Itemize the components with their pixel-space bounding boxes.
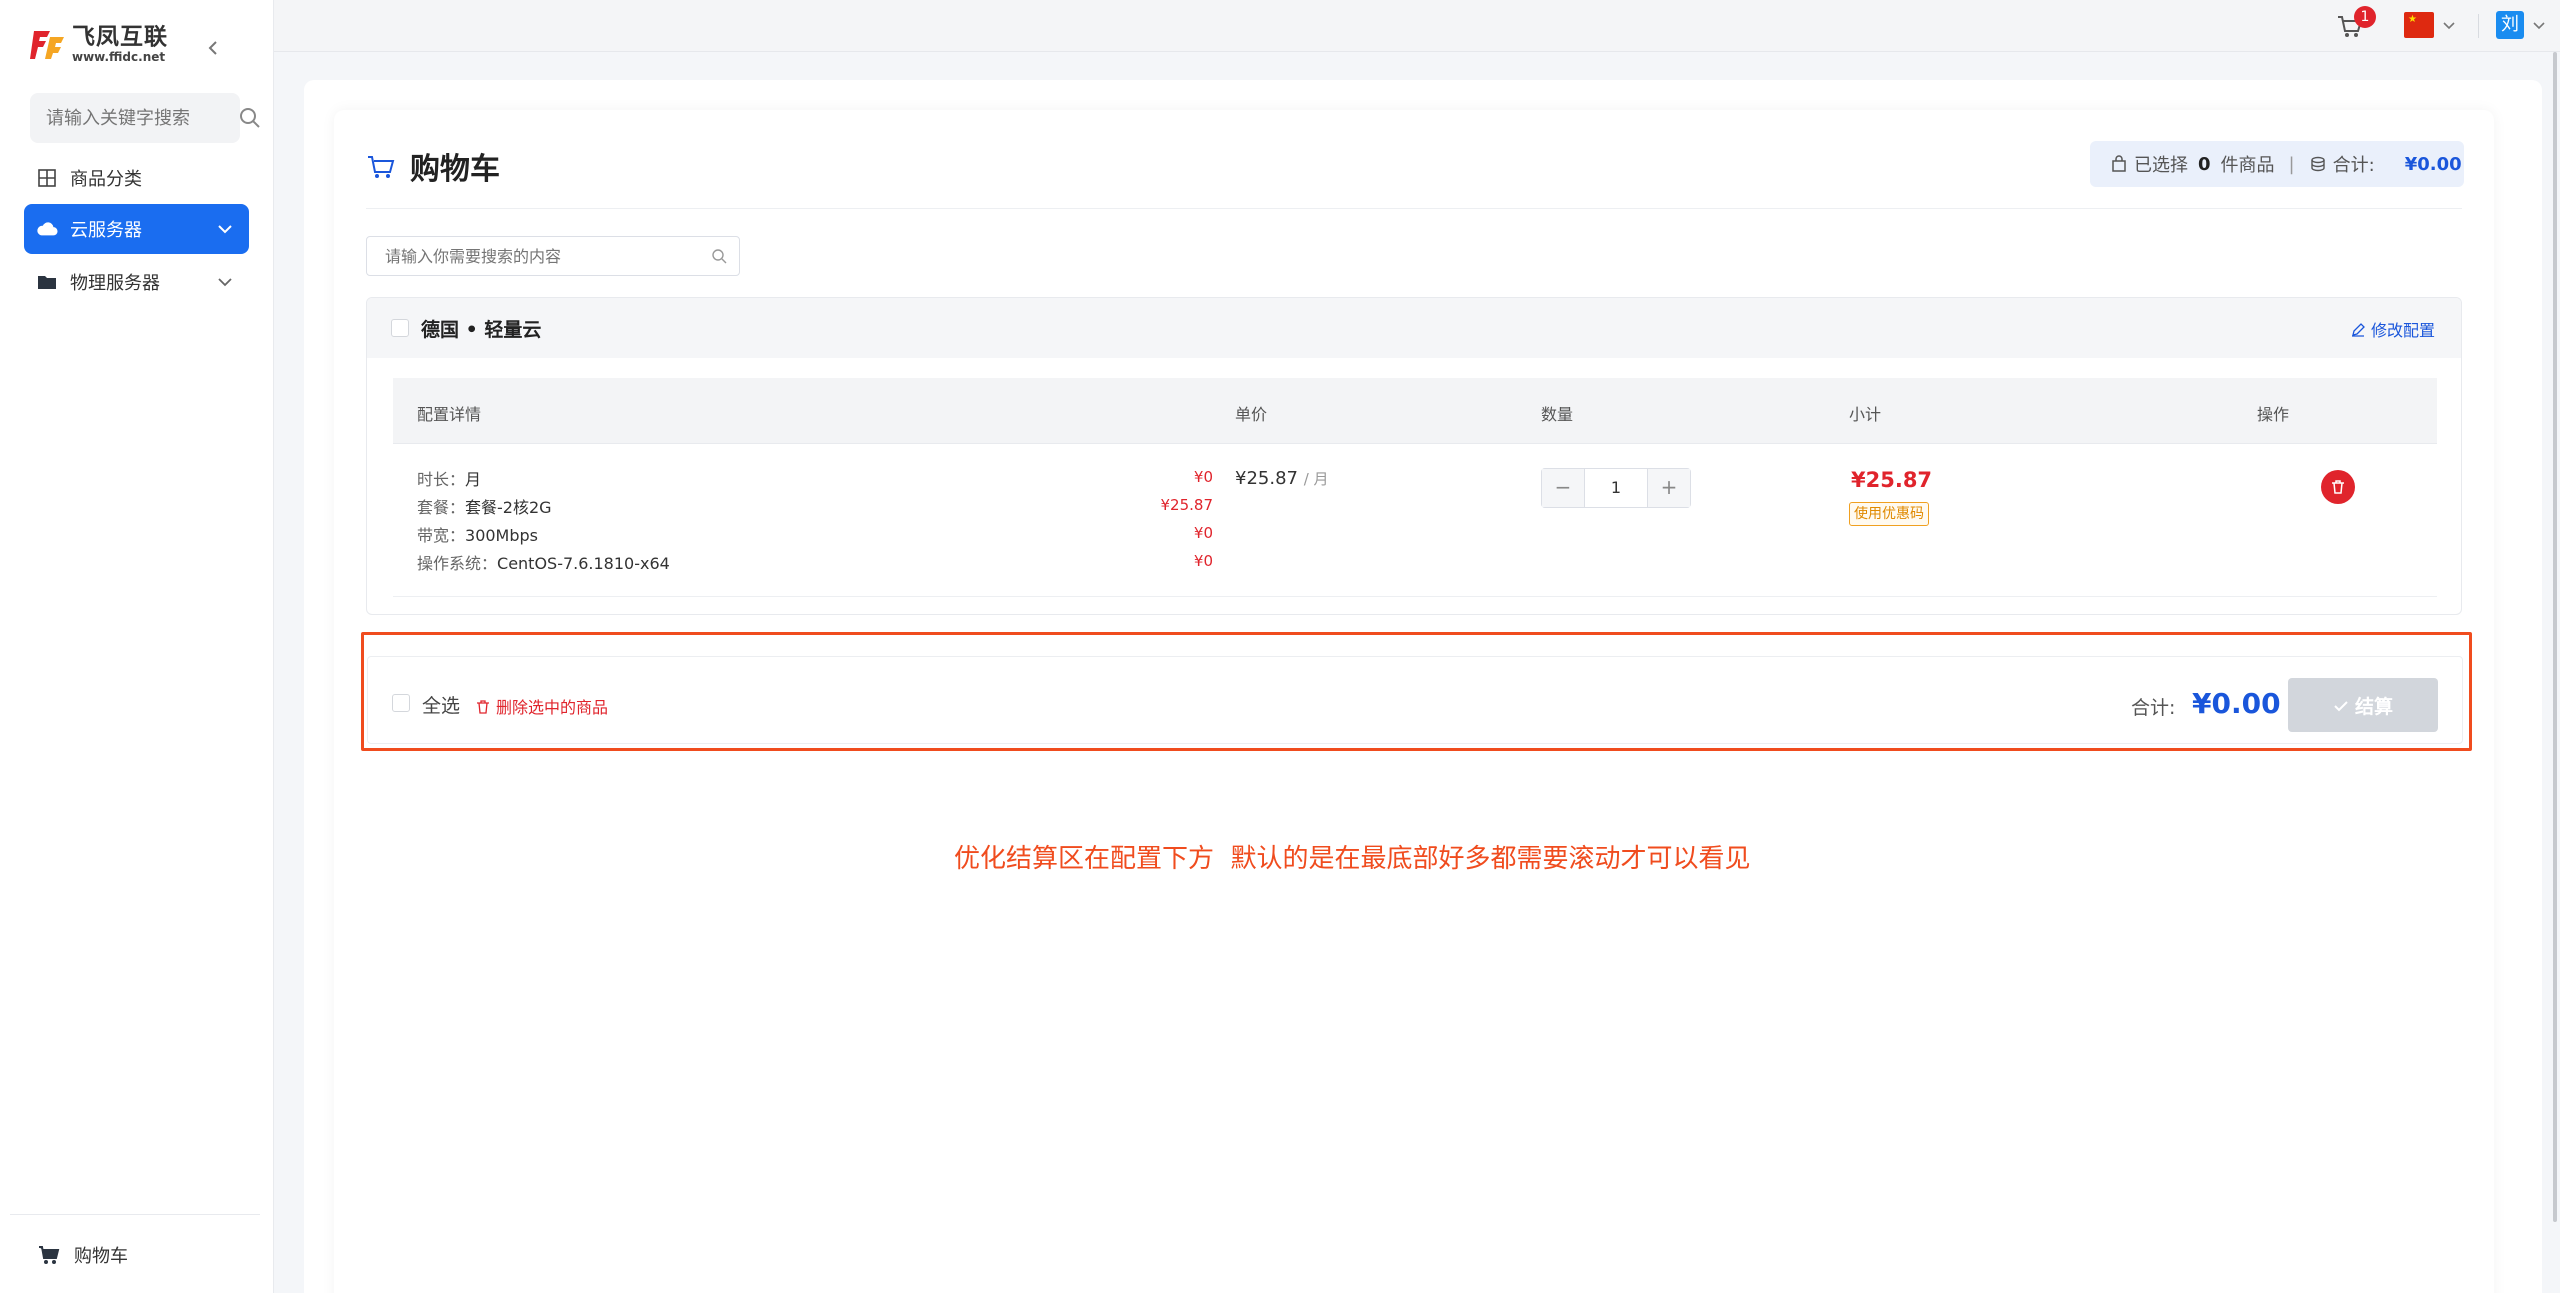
chevron-down-icon[interactable] xyxy=(215,219,235,239)
table-header: 配置详情 单价 数量 小计 操作 xyxy=(393,378,2437,444)
detail-price: ¥0 xyxy=(1193,524,1213,542)
total-label: 合计: xyxy=(2131,697,2176,719)
page-heading: 购物车 xyxy=(410,152,500,187)
collapse-sidebar-button[interactable] xyxy=(203,38,223,58)
checkout-button[interactable]: 结算 xyxy=(2288,678,2438,732)
folder-icon xyxy=(36,271,58,293)
detail-price: ¥0 xyxy=(1193,552,1213,570)
bag-icon xyxy=(2110,155,2128,173)
page-scrollbar[interactable] xyxy=(2553,52,2557,1222)
sidebar-item-label: 云服务器 xyxy=(70,220,142,241)
column-header: 单价 xyxy=(1235,405,1268,424)
trash-icon xyxy=(476,699,490,714)
detail-row: 时长：月 xyxy=(417,470,482,489)
china-flag-icon[interactable]: ★ xyxy=(2404,12,2434,38)
config-details: 时长：月 ¥0 套餐：套餐-2核2G ¥25.87 带宽：300Mbps ¥0 … xyxy=(393,458,1213,598)
cart-search-input[interactable] xyxy=(367,237,687,275)
cart-item-header: 德国 • 轻量云 修改配置 xyxy=(367,298,2461,358)
sidebar-divider xyxy=(10,1214,260,1215)
cloud-icon xyxy=(36,218,58,240)
annotation-note: 优化结算区在配置下方 默认的是在最底部好多都需要滚动才可以看见 xyxy=(954,844,1751,874)
cart-item-card: 德国 • 轻量云 修改配置 配置详情 单价 数量 小计 操作 时长：月 ¥0 套… xyxy=(366,297,2462,615)
sidebar-search-input[interactable] xyxy=(30,93,210,143)
sidebar-cart-link[interactable]: 购物车 xyxy=(38,1242,128,1268)
user-avatar[interactable]: 刘 xyxy=(2496,11,2524,39)
summary-selected-suffix: 件商品 xyxy=(2220,155,2275,176)
quantity-stepper: − 1 + xyxy=(1541,468,1691,508)
detail-price: ¥25.87 xyxy=(1160,496,1214,514)
grid-icon xyxy=(36,167,58,189)
sidebar-search xyxy=(30,93,260,143)
page-title: 购物车 xyxy=(366,144,500,188)
sidebar: 飞凤互联 www.ffidc.net 商品分类 云服务器 物理服务器 xyxy=(0,0,274,1293)
chevron-down-icon[interactable] xyxy=(215,272,235,292)
cart-icon xyxy=(38,1244,60,1266)
column-header: 小计 xyxy=(1849,405,1882,424)
brand-name: 飞凤互联 xyxy=(72,24,168,50)
cart-icon xyxy=(366,151,396,181)
brand-logo[interactable]: 飞凤互联 www.ffidc.net xyxy=(30,26,168,63)
cart-summary: 已选择 0 件商品 | 合计: ¥0.00 xyxy=(2090,141,2464,187)
unit-price: ¥25.87 / 月 xyxy=(1235,468,1329,489)
edit-config-label: 修改配置 xyxy=(2371,321,2436,340)
coins-icon xyxy=(2309,155,2327,173)
summary-divider: | xyxy=(2288,153,2295,175)
detail-row: 套餐：套餐-2核2G xyxy=(417,498,552,517)
select-all-label[interactable]: 全选 xyxy=(422,691,460,718)
cart-search xyxy=(366,236,740,276)
column-header: 配置详情 xyxy=(417,405,482,424)
increase-quantity-button[interactable]: + xyxy=(1648,469,1690,507)
item-subtotal: ¥25.87 xyxy=(1851,468,1933,492)
logo-mark-icon xyxy=(30,27,66,63)
use-coupon-button[interactable]: 使用优惠码 xyxy=(1849,502,1929,526)
summary-total-value: ¥0.00 xyxy=(2404,153,2462,175)
check-icon xyxy=(2333,697,2349,713)
sidebar-item-label: 物理服务器 xyxy=(70,273,160,294)
total-amount: ¥0.00 xyxy=(2192,687,2281,720)
row-divider xyxy=(393,596,2437,597)
sidebar-cart-label: 购物车 xyxy=(74,1246,128,1267)
delete-selected-label: 删除选中的商品 xyxy=(496,698,609,717)
chevron-down-icon[interactable] xyxy=(2440,17,2458,35)
summary-total-label: 合计: xyxy=(2332,155,2375,176)
chevron-left-icon xyxy=(208,41,217,55)
item-checkbox[interactable] xyxy=(391,319,409,337)
trash-icon xyxy=(2332,480,2344,494)
decrease-quantity-button[interactable]: − xyxy=(1542,469,1584,507)
title-divider xyxy=(366,208,2462,209)
detail-price: ¥0 xyxy=(1193,468,1213,486)
detail-row: 带宽：300Mbps xyxy=(417,526,539,545)
column-header: 操作 xyxy=(2257,405,2290,424)
top-bar xyxy=(274,0,2560,52)
summary-selected-count: 0 xyxy=(2198,153,2211,175)
edit-icon xyxy=(2351,322,2365,337)
quantity-value[interactable]: 1 xyxy=(1584,469,1648,507)
sidebar-item-cloud-server[interactable]: 云服务器 xyxy=(24,204,249,254)
select-all-checkbox[interactable] xyxy=(392,694,410,712)
search-icon[interactable] xyxy=(238,106,262,130)
topbar-separator xyxy=(2478,14,2479,38)
checkout-bar: 全选 删除选中的商品 合计: ¥0.00 结算 xyxy=(367,656,2463,744)
search-icon[interactable] xyxy=(711,248,727,264)
edit-config-link[interactable]: 修改配置 xyxy=(2351,317,2435,341)
detail-row: 操作系统：CentOS-7.6.1810-x64 xyxy=(417,554,670,573)
column-header: 数量 xyxy=(1541,405,1574,424)
chevron-down-icon[interactable] xyxy=(2530,17,2548,35)
product-name: 德国 • 轻量云 xyxy=(421,319,542,341)
sidebar-item-product-category[interactable]: 商品分类 xyxy=(24,153,249,203)
brand-url: www.ffidc.net xyxy=(72,50,166,64)
delete-selected-button[interactable]: 删除选中的商品 xyxy=(476,694,608,718)
delete-item-button[interactable] xyxy=(2321,470,2355,504)
cart-count-badge: 1 xyxy=(2354,6,2376,28)
checkout-label: 结算 xyxy=(2354,695,2393,718)
summary-selected-prefix: 已选择 xyxy=(2134,155,2188,176)
sidebar-item-physical-server[interactable]: 物理服务器 xyxy=(24,257,249,307)
sidebar-item-label: 商品分类 xyxy=(70,169,142,190)
